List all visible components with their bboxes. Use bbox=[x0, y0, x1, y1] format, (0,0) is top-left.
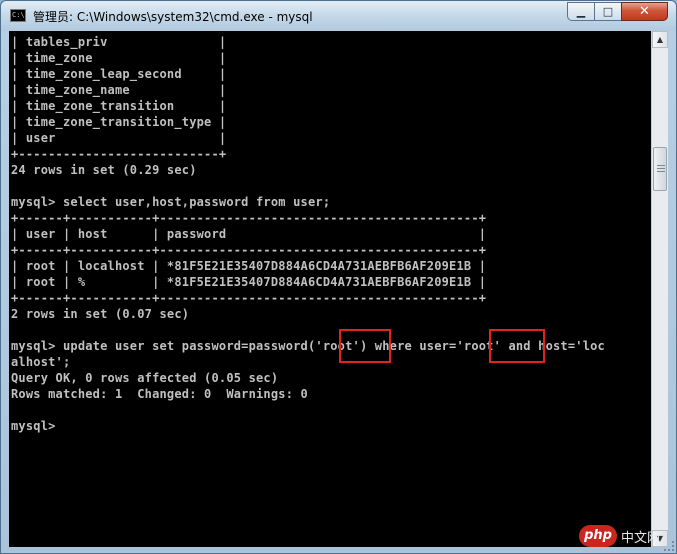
resize-grip-icon[interactable] bbox=[664, 541, 674, 551]
console-line: | time_zone_leap_second | bbox=[11, 67, 227, 81]
title-bar[interactable]: C:\ 管理员: C:\Windows\system32\cmd.exe - m… bbox=[1, 1, 676, 31]
console-line: | tables_priv | bbox=[11, 35, 227, 49]
grip-line bbox=[657, 171, 665, 172]
console-line: | root | % | *81F5E21E35407D884A6CD4A731… bbox=[11, 275, 487, 289]
console-line: 2 rows in set (0.07 sec) bbox=[11, 307, 190, 321]
minimize-button[interactable]: ▁ bbox=[567, 2, 594, 21]
maximize-button[interactable]: □ bbox=[594, 2, 621, 21]
console-line: mysql> select user,host,password from us… bbox=[11, 195, 331, 209]
console-line: | time_zone | bbox=[11, 51, 227, 65]
console-line: | user | host | password | bbox=[11, 227, 487, 241]
console-line: +------+-----------+--------------------… bbox=[11, 243, 487, 257]
window-title: 管理员: C:\Windows\system32\cmd.exe - mysql bbox=[33, 10, 313, 24]
console-line: +------+-----------+--------------------… bbox=[11, 291, 487, 305]
console-line: mysql> bbox=[11, 419, 56, 433]
console-line: Query OK, 0 rows affected (0.05 sec) bbox=[11, 371, 279, 385]
php-logo-badge: php bbox=[579, 525, 617, 547]
console-line: | time_zone_transition | bbox=[11, 99, 227, 113]
cmd-icon[interactable]: C:\ bbox=[10, 9, 26, 22]
console-line: 24 rows in set (0.29 sec) bbox=[11, 163, 197, 177]
console-line: +---------------------------+ bbox=[11, 147, 227, 161]
grip-line bbox=[657, 165, 665, 166]
watermark-text: 中文网 bbox=[621, 531, 661, 546]
console-line: alhost'; bbox=[11, 355, 71, 369]
grip-line bbox=[657, 168, 665, 169]
highlight-box-password-value bbox=[339, 329, 391, 363]
console-line: | user | bbox=[11, 131, 227, 145]
console-line: | time_zone_name | bbox=[11, 83, 227, 97]
highlight-box-user-value bbox=[489, 329, 545, 363]
console-line: Rows matched: 1 Changed: 0 Warnings: 0 bbox=[11, 387, 308, 401]
cmd-window: C:\ 管理员: C:\Windows\system32\cmd.exe - m… bbox=[0, 0, 677, 554]
console-line: | time_zone_transition_type | bbox=[11, 115, 227, 129]
vertical-scrollbar[interactable]: ▲ ▼ bbox=[651, 31, 668, 547]
console-output[interactable]: | tables_priv | | time_zone | | time_zon… bbox=[9, 31, 651, 547]
console-line: +------+-----------+--------------------… bbox=[11, 211, 487, 225]
close-button[interactable]: ✕ bbox=[621, 2, 668, 21]
console-line: | root | localhost | *81F5E21E35407D884A… bbox=[11, 259, 487, 273]
scroll-thumb[interactable] bbox=[653, 147, 667, 191]
scroll-up-button[interactable]: ▲ bbox=[652, 31, 668, 48]
